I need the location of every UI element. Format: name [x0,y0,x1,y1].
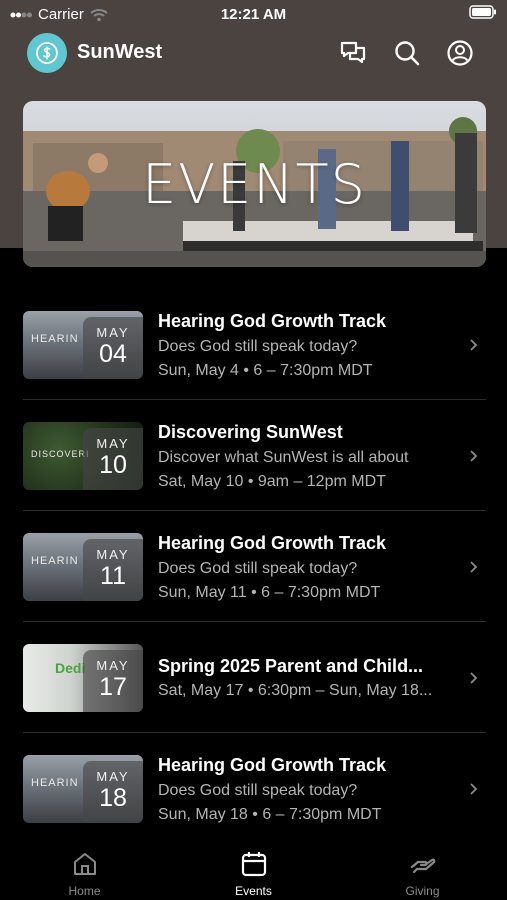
divider [23,621,486,622]
events-hero-banner: EVENTS [23,101,486,267]
chevron-right-icon [470,672,478,684]
date-badge: MAY 17 [83,650,143,712]
event-title: Hearing God Growth Track [158,755,387,775]
date-day: 18 [99,784,127,812]
event-datetime: Sun, May 11 • 6 – 7:30pm MDT [158,584,381,601]
chevron-right-icon [470,783,478,795]
date-day: 10 [99,451,127,479]
event-thumbnail: Dedi MAY 17 [23,644,143,712]
event-thumbnail: HEARIN MAY 18 [23,755,143,823]
date-month: MAY [96,325,130,340]
date-month: MAY [96,436,130,451]
tab-label: Events [235,884,272,898]
date-month: MAY [96,547,130,562]
event-datetime: Sat, May 17 • 6:30pm – Sun, May 18... [158,682,433,699]
date-badge: MAY 10 [83,428,143,490]
app-name: SunWest [77,41,163,63]
event-thumbnail: HEARIN MAY 04 [23,311,143,379]
event-item[interactable]: DISCOVERI MAY 10 Discovering SunWest Dis… [0,401,507,511]
tab-label: Giving [405,884,440,898]
thumbnail-text: DISCOVERI [31,449,90,459]
event-datetime: Sat, May 10 • 9am – 12pm MDT [158,473,386,490]
event-item[interactable]: HEARIN MAY 04 Hearing God Growth Track D… [0,290,507,400]
date-day: 04 [99,340,127,368]
date-badge: MAY 04 [83,317,143,379]
date-month: MAY [96,769,130,784]
app-header: SunWest [0,30,507,76]
tab-events[interactable]: Events [169,840,338,900]
thumbnail-text: HEARIN [31,777,79,789]
divider [23,732,486,733]
event-thumbnail: HEARIN MAY 11 [23,533,143,601]
profile-icon[interactable] [446,39,474,67]
battery-icon [469,5,497,23]
hero-title: EVENTS [142,153,367,216]
status-bar: Carrier 12:21 AM [0,0,507,30]
date-day: 17 [99,673,127,701]
chevron-right-icon [470,450,478,462]
giving-hand-icon [410,858,436,874]
date-badge: MAY 11 [83,539,143,601]
event-datetime: Sun, May 4 • 6 – 7:30pm MDT [158,362,373,379]
home-icon [74,853,96,875]
event-item[interactable]: HEARIN MAY 11 Hearing God Growth Track D… [0,512,507,622]
search-icon[interactable] [393,39,421,67]
event-subtitle: Discover what SunWest is all about [158,449,409,466]
thumbnail-text: HEARIN [31,555,79,567]
date-badge: MAY 18 [83,761,143,823]
event-title: Hearing God Growth Track [158,533,387,553]
divider [23,399,486,400]
divider [23,510,486,511]
tab-bar: Home Events Giving [0,840,507,900]
date-day: 11 [100,562,126,590]
thumbnail-text: HEARIN [31,333,79,345]
chat-icon[interactable] [339,39,367,67]
event-datetime: Sun, May 18 • 6 – 7:30pm MDT [158,806,382,823]
event-title: Discovering SunWest [158,422,343,442]
tab-giving[interactable]: Giving [338,840,507,900]
chevron-right-icon [470,339,478,351]
date-month: MAY [96,658,130,673]
logo-icon[interactable] [27,33,67,73]
event-item[interactable]: HEARIN MAY 18 Hearing God Growth Track D… [0,734,507,844]
event-subtitle: Does God still speak today? [158,338,358,355]
event-thumbnail: DISCOVERI MAY 10 [23,422,143,490]
event-subtitle: Does God still speak today? [158,782,358,799]
event-item[interactable]: Dedi MAY 17 Spring 2025 Parent and Child… [0,623,507,733]
event-subtitle: Does God still speak today? [158,560,358,577]
thumbnail-text: Dedi [55,660,86,676]
calendar-icon [241,852,267,877]
tab-home[interactable]: Home [0,840,169,900]
event-title: Hearing God Growth Track [158,311,387,331]
chevron-right-icon [470,561,478,573]
event-title: Spring 2025 Parent and Child... [158,656,424,676]
status-time: 12:21 AM [220,6,287,23]
tab-label: Home [68,884,101,898]
